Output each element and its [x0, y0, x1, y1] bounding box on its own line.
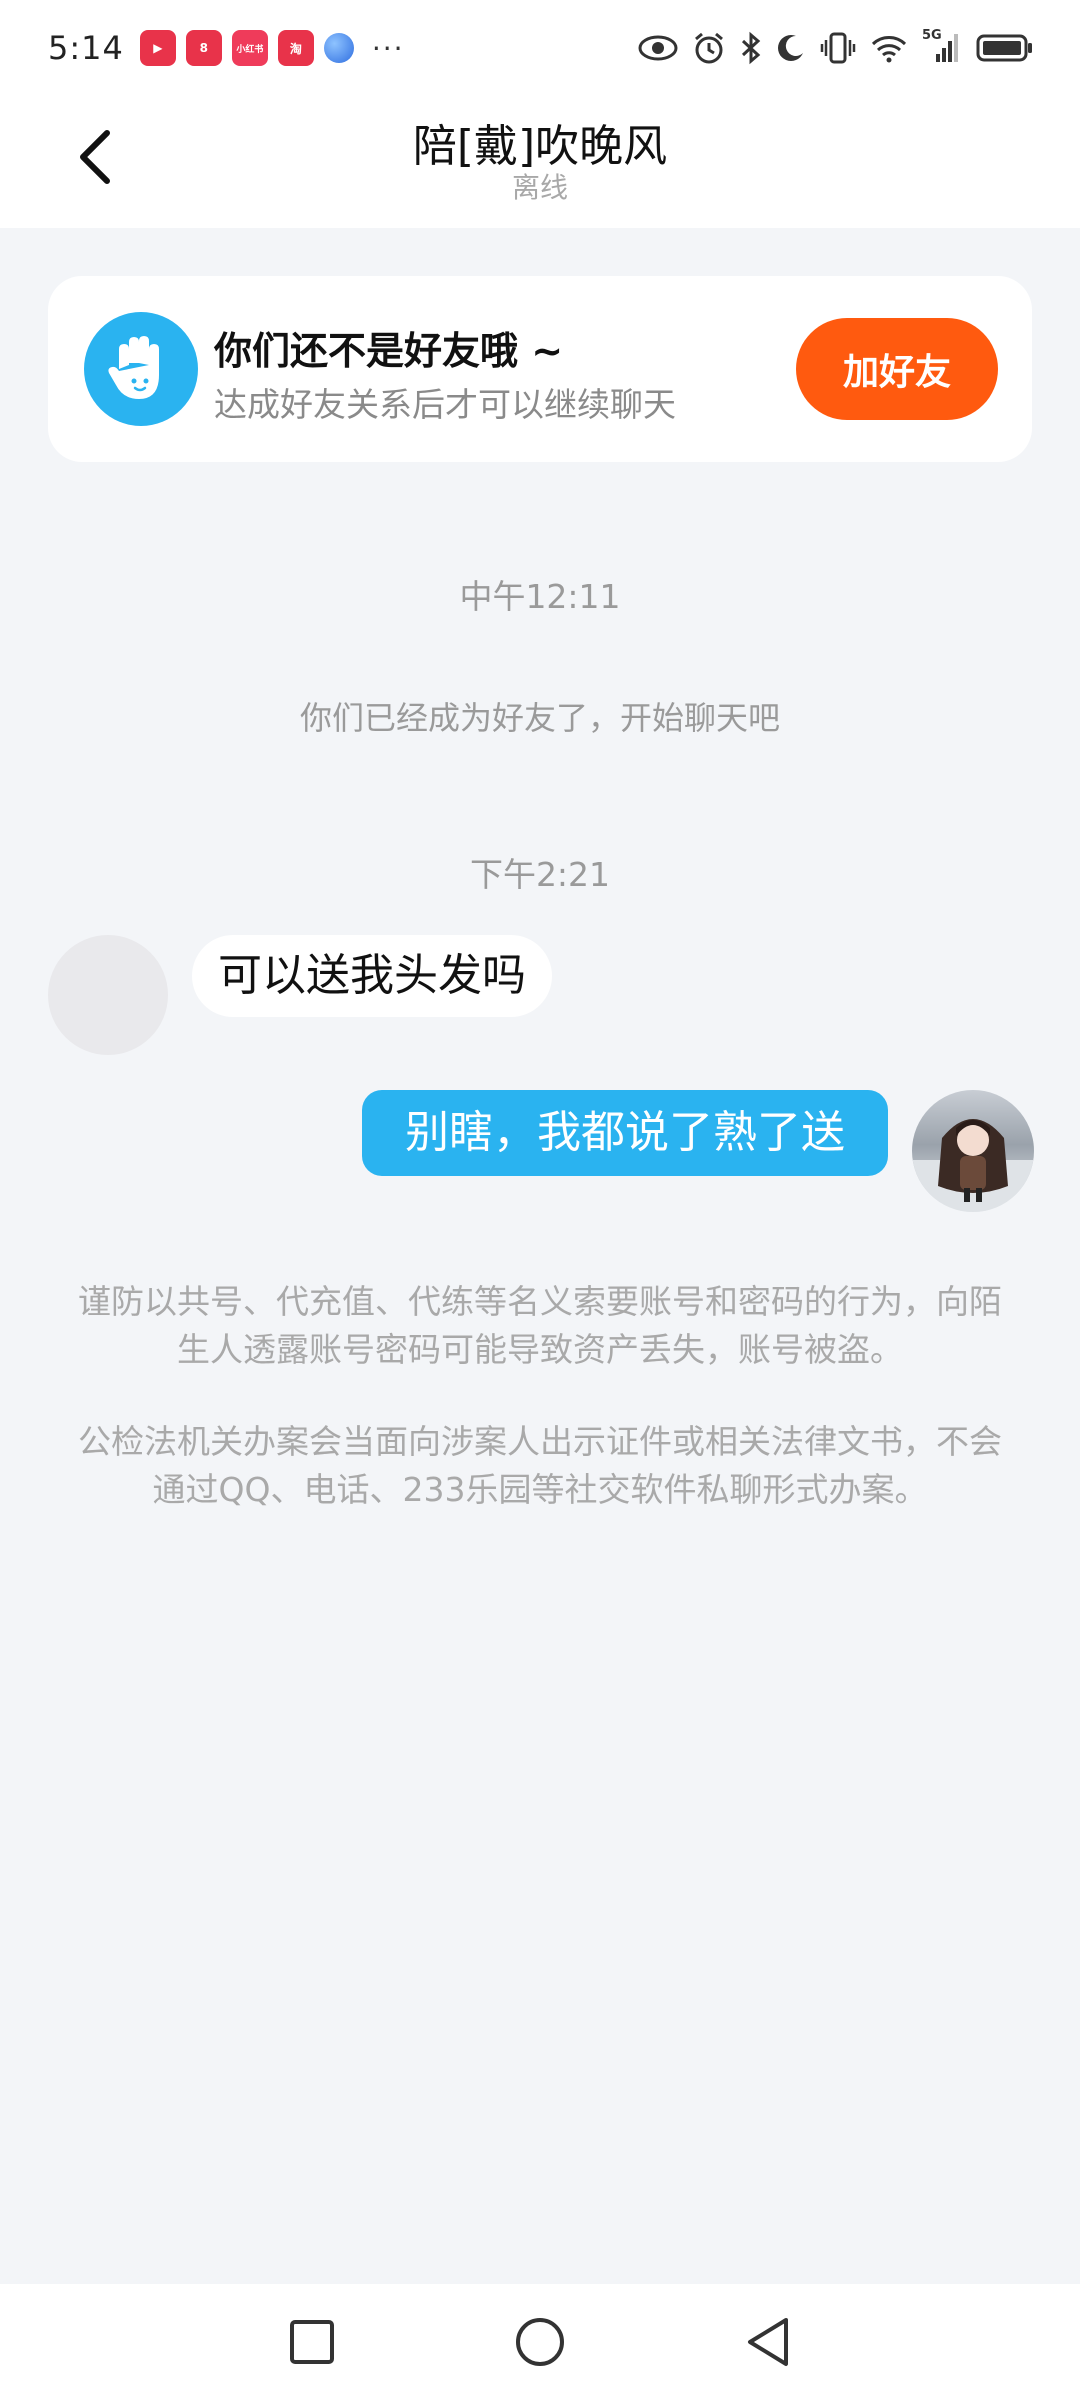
- vibrate-icon: [820, 31, 856, 65]
- status-time: 5:14: [48, 29, 124, 67]
- legal-warning: 公检法机关办案会当面向涉案人出示证件或相关法律文书，不会通过QQ、电话、233乐…: [78, 1422, 1002, 1509]
- online-status: 离线: [511, 171, 568, 204]
- signal-icon: 5G: [922, 28, 962, 64]
- security-warning: 谨防以共号、代充值、代练等名义索要账号和密码的行为，向陌生人透露账号密码可能导致…: [78, 1282, 1002, 1369]
- square-icon: [290, 2320, 334, 2364]
- recent-apps-button[interactable]: [282, 2312, 342, 2372]
- add-friend-button[interactable]: 加好友: [796, 318, 998, 420]
- status-bar: 5:14 ▶ 8 小红书 淘 ··· 5G: [0, 0, 1080, 96]
- alarm-icon: [692, 31, 726, 65]
- navigation-bar: [0, 2284, 1080, 2400]
- kuaishou-icon: 8: [185, 30, 222, 66]
- back-nav-button[interactable]: [738, 2312, 798, 2372]
- my-avatar[interactable]: [912, 1090, 1034, 1212]
- contact-avatar[interactable]: [48, 935, 168, 1055]
- wave-hand-icon: [84, 312, 198, 426]
- status-bar-right: 5G: [638, 28, 1034, 65]
- chat-header: 陪[戴]吹晚风 离线: [0, 96, 1080, 228]
- taobao-icon: 淘: [277, 30, 314, 66]
- wifi-icon: [870, 33, 908, 63]
- banner-title: 你们还不是好友哦 ~: [214, 329, 564, 373]
- video-app-icon: ▶: [139, 30, 176, 66]
- xiaohongshu-icon: 小红书: [231, 30, 268, 66]
- bluetooth-icon: [740, 31, 762, 65]
- eye-icon: [638, 33, 678, 63]
- more-notifications-icon: ···: [371, 31, 405, 65]
- banner-description: 达成好友关系后才可以继续聊天: [214, 385, 676, 424]
- network-type-label: 5G: [922, 28, 942, 43]
- incoming-message-bubble[interactable]: 可以送我头发吗: [192, 935, 552, 1017]
- circle-icon: [516, 2318, 564, 2366]
- timestamp: 中午12:11: [459, 577, 621, 616]
- moon-icon: [776, 33, 806, 63]
- browser-icon: [323, 33, 354, 63]
- contact-name: 陪[戴]吹晚风: [412, 121, 668, 172]
- triangle-back-icon: [748, 2318, 788, 2366]
- not-friend-banner: 你们还不是好友哦 ~ 达成好友关系后才可以继续聊天 加好友: [48, 276, 1032, 462]
- home-button[interactable]: [510, 2312, 570, 2372]
- timestamp: 下午2:21: [469, 855, 611, 894]
- system-message: 你们已经成为好友了，开始聊天吧: [299, 699, 780, 737]
- outgoing-message-bubble[interactable]: 别瞎，我都说了熟了送: [362, 1090, 888, 1176]
- status-bar-left: 5:14 ▶ 8 小红书 淘 ···: [48, 29, 405, 67]
- battery-icon: [976, 33, 1034, 63]
